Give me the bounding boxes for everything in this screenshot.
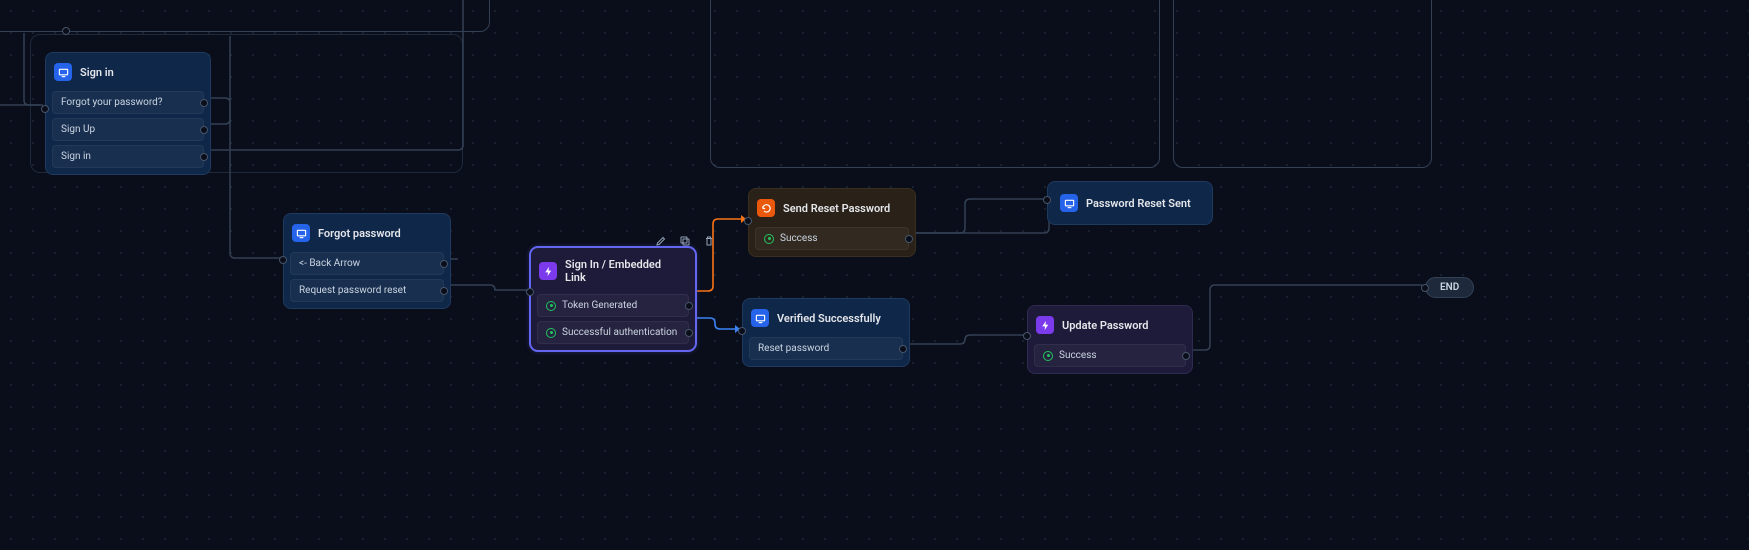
node-send-reset-password[interactable]: Send Reset Password Success <box>748 188 916 257</box>
node-header: Forgot password <box>290 220 444 248</box>
flow-canvas[interactable]: Sign in Forgot your password? Sign Up Si… <box>0 0 1749 550</box>
row-success[interactable]: Success <box>1034 344 1186 367</box>
screen-icon <box>292 224 310 242</box>
node-password-reset-sent[interactable]: Password Reset Sent <box>1047 181 1213 225</box>
row-label: Forgot your password? <box>61 97 163 108</box>
node-title: Verified Successfully <box>777 312 881 325</box>
bolt-icon <box>1036 316 1054 334</box>
port-out[interactable] <box>1182 352 1190 360</box>
row-label: Successful authentication <box>562 327 677 338</box>
node-title: Update Password <box>1062 319 1148 332</box>
row-token-generated[interactable]: Token Generated <box>537 294 689 317</box>
port-out[interactable] <box>200 99 208 107</box>
node-title: Sign in <box>80 66 114 79</box>
screen-icon <box>751 309 769 327</box>
check-icon <box>1043 351 1053 361</box>
node-forgot-password[interactable]: Forgot password <- Back Arrow Request pa… <box>283 213 451 309</box>
row-label: Token Generated <box>562 300 637 311</box>
origin-port <box>62 27 70 35</box>
row-back-arrow[interactable]: <- Back Arrow <box>290 252 444 275</box>
port-in[interactable] <box>1043 196 1051 204</box>
port-in[interactable] <box>1023 332 1031 340</box>
node-header: Send Reset Password <box>755 195 909 223</box>
frame-3 <box>1173 0 1432 168</box>
row-sign-in[interactable]: Sign in <box>52 145 204 168</box>
node-toolbar <box>648 230 722 252</box>
end-node[interactable]: END <box>1425 277 1474 298</box>
node-header: Sign In / Embedded Link <box>537 254 689 290</box>
node-header: Sign in <box>52 59 204 87</box>
node-sign-in-embedded-link[interactable]: Sign In / Embedded Link Token Generated … <box>530 247 696 351</box>
bolt-icon <box>539 262 557 280</box>
port-in[interactable] <box>744 217 752 225</box>
port-in[interactable] <box>738 327 746 335</box>
row-label: Sign Up <box>61 124 95 135</box>
port-in[interactable] <box>279 256 287 264</box>
check-icon <box>764 234 774 244</box>
node-header: Verified Successfully <box>749 305 903 333</box>
row-label: Sign in <box>61 151 91 162</box>
node-verified-successfully[interactable]: Verified Successfully Reset password <box>742 298 910 367</box>
port-out[interactable] <box>440 287 448 295</box>
row-label: Success <box>780 233 818 244</box>
copy-icon[interactable] <box>678 234 692 248</box>
row-label: Request password reset <box>299 285 406 296</box>
port-out[interactable] <box>440 260 448 268</box>
node-update-password[interactable]: Update Password Success <box>1027 305 1193 374</box>
row-success[interactable]: Success <box>755 227 909 250</box>
port-out[interactable] <box>685 329 693 337</box>
port-in[interactable] <box>41 105 49 113</box>
check-icon <box>546 301 556 311</box>
node-title: Send Reset Password <box>783 202 890 215</box>
node-title: Forgot password <box>318 227 401 240</box>
row-request-reset[interactable]: Request password reset <box>290 279 444 302</box>
screen-icon <box>54 63 72 81</box>
node-header: Update Password <box>1034 312 1186 340</box>
row-forgot-password[interactable]: Forgot your password? <box>52 91 204 114</box>
port-out[interactable] <box>685 302 693 310</box>
edit-icon[interactable] <box>654 234 668 248</box>
port-out[interactable] <box>905 235 913 243</box>
port-out[interactable] <box>899 345 907 353</box>
end-label: END <box>1440 282 1459 293</box>
node-header: Password Reset Sent <box>1054 188 1206 218</box>
screen-icon <box>1060 194 1078 212</box>
frame-2 <box>710 0 1160 168</box>
row-label: Reset password <box>758 343 829 354</box>
row-successful-auth[interactable]: Successful authentication <box>537 321 689 344</box>
port-out[interactable] <box>200 126 208 134</box>
row-reset-password[interactable]: Reset password <box>749 337 903 360</box>
port-out[interactable] <box>200 153 208 161</box>
port-in[interactable] <box>1421 284 1429 292</box>
node-title: Sign In / Embedded Link <box>565 258 683 284</box>
port-in[interactable] <box>526 288 534 296</box>
row-sign-up[interactable]: Sign Up <box>52 118 204 141</box>
node-sign-in[interactable]: Sign in Forgot your password? Sign Up Si… <box>45 52 211 175</box>
row-label: <- Back Arrow <box>299 258 360 269</box>
cycle-icon <box>757 199 775 217</box>
node-title: Password Reset Sent <box>1086 197 1191 210</box>
row-label: Success <box>1059 350 1097 361</box>
frame-1 <box>0 0 490 32</box>
trash-icon[interactable] <box>702 234 716 248</box>
check-icon <box>546 328 556 338</box>
